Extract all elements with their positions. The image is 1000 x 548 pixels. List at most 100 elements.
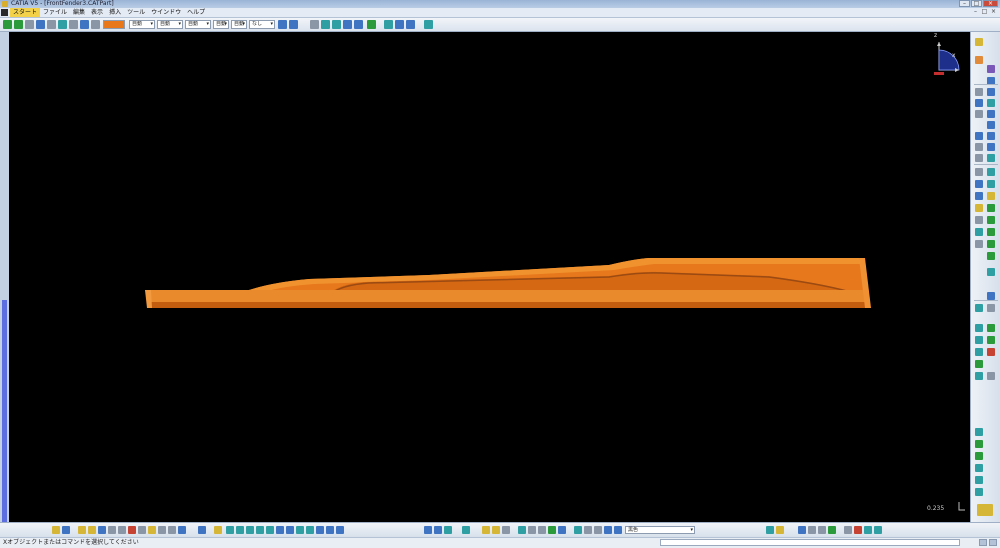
close-button[interactable]: × (983, 0, 998, 7)
formula-icon[interactable] (462, 526, 470, 534)
compass-icon[interactable] (921, 36, 965, 78)
select-arrow-icon[interactable] (3, 20, 12, 29)
catalog-browser-icon[interactable] (62, 526, 70, 534)
light-icon[interactable] (492, 526, 500, 534)
fillet-surface-icon[interactable] (975, 464, 983, 472)
stop-bottom-icon[interactable] (854, 526, 862, 534)
layer-combo[interactable]: なし ▾ (249, 20, 275, 29)
rendering-icon[interactable] (604, 526, 612, 534)
law-bottom-icon[interactable] (874, 526, 882, 534)
extract-icon[interactable] (987, 180, 995, 188)
match-icon[interactable] (975, 452, 983, 460)
boundary-bottom-icon[interactable] (434, 526, 442, 534)
show-icon[interactable] (776, 526, 784, 534)
scale-icon[interactable] (987, 168, 995, 176)
curvature-icon[interactable] (987, 228, 995, 236)
constraint-icon[interactable] (844, 526, 852, 534)
spline-icon[interactable] (975, 38, 983, 46)
status-button-1[interactable] (979, 539, 987, 546)
blend-icon[interactable] (987, 110, 995, 118)
sketch-bottom-icon[interactable] (594, 526, 602, 534)
cut-icon[interactable] (128, 526, 136, 534)
document-menu-icon[interactable] (1, 9, 8, 16)
boundary-icon[interactable] (975, 192, 983, 200)
fit-all-icon[interactable] (52, 526, 60, 534)
options-icon[interactable] (987, 372, 995, 380)
pan-icon[interactable] (25, 20, 34, 29)
redo-icon[interactable] (168, 526, 176, 534)
sketch-icon[interactable] (47, 20, 56, 29)
part-icon[interactable] (574, 526, 582, 534)
draft-analysis-icon[interactable] (987, 240, 995, 248)
cut-plane-icon[interactable] (987, 268, 995, 276)
translate-right-icon[interactable] (975, 154, 983, 162)
translate-icon[interactable] (14, 20, 23, 29)
hide-show-icon[interactable] (296, 526, 304, 534)
render-icon[interactable] (424, 526, 432, 534)
body-icon[interactable] (584, 526, 592, 534)
menu-insert[interactable]: 挿入 (106, 8, 124, 17)
normal-view-icon[interactable] (343, 20, 352, 29)
inertia-icon[interactable] (987, 216, 995, 224)
freestyle-icon[interactable] (975, 428, 983, 436)
zoom-area-icon[interactable] (332, 20, 341, 29)
new-icon[interactable] (78, 526, 86, 534)
help-icon[interactable] (178, 526, 186, 534)
snap-icon[interactable] (58, 20, 67, 29)
move-icon[interactable] (69, 20, 78, 29)
tools-icon[interactable] (384, 20, 393, 29)
sweep-icon[interactable] (987, 99, 995, 107)
fly-icon[interactable] (310, 20, 319, 29)
menu-tools[interactable]: ツール (124, 8, 148, 17)
update-icon[interactable] (828, 526, 836, 534)
environment-analysis-icon[interactable] (975, 336, 983, 344)
render-style-combo[interactable]: 黒色 ▾ (625, 526, 695, 534)
fill-icon[interactable] (975, 110, 983, 118)
minimize-button[interactable]: – (959, 0, 970, 7)
control-points-icon[interactable] (975, 440, 983, 448)
knowledge-bottom-icon[interactable] (482, 526, 490, 534)
zoom-out-icon[interactable] (256, 526, 264, 534)
menu-window[interactable]: ウインドウ (148, 8, 184, 17)
catia-app-icon[interactable] (2, 1, 8, 7)
menu-file[interactable]: ファイル (40, 8, 70, 17)
maximize-button[interactable]: □ (971, 0, 982, 7)
point-symbol-combo[interactable]: 自動 ▾ (213, 20, 229, 29)
check-icon[interactable] (864, 526, 872, 534)
draw-icon[interactable] (36, 20, 45, 29)
fly-mode-icon[interactable] (198, 526, 206, 534)
point-combo-2[interactable]: 自動 ▾ (231, 20, 247, 29)
normal-icon[interactable] (266, 526, 274, 534)
split-icon[interactable] (975, 132, 983, 140)
scene-icon[interactable] (538, 526, 546, 534)
rotate-icon[interactable] (321, 20, 330, 29)
properties-icon[interactable] (289, 20, 298, 29)
doc-minimize-button[interactable]: – (971, 8, 980, 16)
axis-icon[interactable] (975, 204, 983, 212)
plane-icon[interactable] (987, 65, 995, 73)
apply-material-icon[interactable] (336, 526, 344, 534)
multi-view-icon[interactable] (354, 20, 363, 29)
print-icon[interactable] (108, 526, 116, 534)
copy-bottom-icon[interactable] (138, 526, 146, 534)
copy-icon[interactable] (80, 20, 89, 29)
analysis-icon[interactable] (367, 20, 376, 29)
iso-view-icon[interactable] (276, 526, 284, 534)
rotate-bottom-icon[interactable] (236, 526, 244, 534)
curve-analysis-icon[interactable] (975, 360, 983, 368)
knowledge-icon[interactable] (406, 20, 415, 29)
catalog-icon[interactable] (395, 20, 404, 29)
menu-start[interactable]: スタート (10, 8, 41, 17)
law-icon[interactable] (987, 204, 995, 212)
env-icon[interactable] (614, 526, 622, 534)
highlight-icon[interactable] (975, 324, 983, 332)
light-analysis-icon[interactable] (987, 324, 995, 332)
swap-icon[interactable] (306, 526, 314, 534)
filter-icon[interactable] (808, 526, 816, 534)
trim-icon[interactable] (987, 132, 995, 140)
sketcher-icon[interactable] (975, 56, 983, 64)
camera-icon[interactable] (518, 526, 526, 534)
line-type-combo[interactable]: 自動 ▾ (157, 20, 183, 29)
chamfer-icon[interactable] (987, 143, 995, 151)
menu-view[interactable]: 表示 (88, 8, 106, 17)
